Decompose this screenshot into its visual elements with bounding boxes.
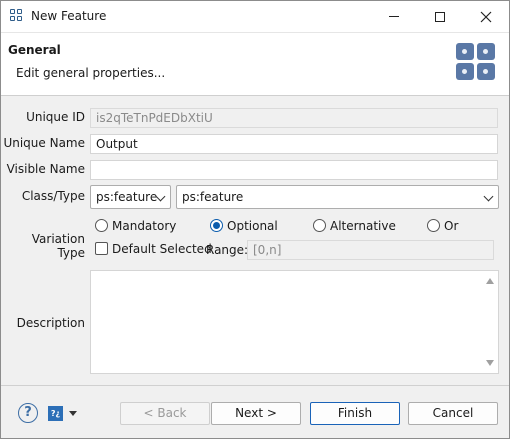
radio-alternative-label[interactable]: Alternative (330, 219, 396, 233)
maximize-button[interactable] (417, 1, 463, 32)
default-selected-checkbox[interactable] (95, 242, 108, 255)
class-type-label: Class/Type (21, 189, 85, 203)
minimize-button[interactable] (371, 1, 417, 32)
help-icon[interactable]: ? (18, 403, 38, 423)
title-bar[interactable]: New Feature (1, 1, 509, 32)
unique-id-field: is2qTeTnPdEDbXtiU (90, 108, 498, 128)
maximize-icon (435, 11, 445, 22)
visible-name-label: Visible Name (6, 162, 85, 176)
description-scrollbar[interactable] (482, 271, 498, 373)
feature-model-icon (10, 9, 24, 23)
unique-name-label: Unique Name (3, 136, 85, 150)
chevron-down-icon (483, 191, 494, 202)
page-subtitle: Edit general properties... (16, 66, 166, 80)
close-button[interactable] (463, 1, 509, 32)
range-field: [0,n] (247, 240, 494, 260)
description-textarea[interactable] (90, 270, 499, 374)
wizard-header: General Edit general properties... (1, 32, 509, 96)
type-select-value: ps:feature (182, 190, 244, 204)
dynamic-help-icon[interactable]: ?¿ (48, 406, 63, 421)
radio-mandatory[interactable] (95, 219, 108, 232)
back-button[interactable]: < Back (120, 402, 210, 425)
default-selected-label[interactable]: Default Selected (112, 242, 212, 256)
feature-model-logo-icon (456, 43, 496, 81)
window-title: New Feature (31, 9, 107, 23)
chevron-down-icon[interactable] (69, 411, 77, 416)
visible-name-input[interactable] (90, 160, 498, 180)
scroll-down-icon[interactable] (486, 360, 494, 366)
radio-or-label[interactable]: Or (444, 219, 458, 233)
range-label: Range: (206, 243, 249, 257)
unique-name-input[interactable]: Output (90, 134, 498, 154)
page-title: General (8, 43, 61, 57)
cancel-button[interactable]: Cancel (408, 402, 498, 425)
dialog-window: New Feature General Edit general propert… (0, 0, 510, 439)
scroll-up-icon[interactable] (486, 278, 494, 284)
footer-divider (1, 385, 509, 386)
minimize-icon (389, 16, 399, 17)
variation-type-label: Variation Type (31, 232, 85, 260)
radio-or[interactable] (427, 219, 440, 232)
radio-alternative[interactable] (313, 219, 326, 232)
description-label: Description (16, 316, 85, 330)
radio-optional[interactable] (210, 219, 223, 232)
close-icon (480, 11, 492, 22)
type-select[interactable]: ps:feature (176, 185, 499, 209)
radio-mandatory-label[interactable]: Mandatory (112, 219, 176, 233)
finish-button[interactable]: Finish (310, 402, 400, 425)
next-button[interactable]: Next > (211, 402, 301, 425)
radio-optional-label[interactable]: Optional (227, 219, 278, 233)
class-select[interactable]: ps:feature (90, 185, 171, 209)
class-select-value: ps:feature (96, 190, 158, 204)
unique-id-label: Unique ID (26, 110, 85, 124)
